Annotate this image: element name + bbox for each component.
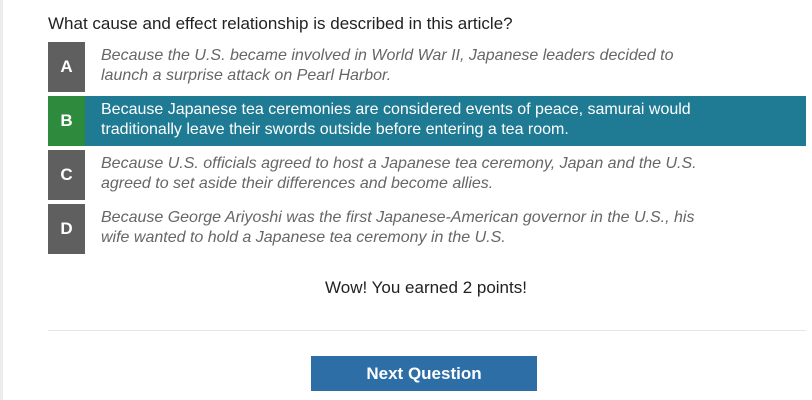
- option-b[interactable]: B Because Japanese tea ceremonies are co…: [48, 96, 806, 146]
- option-a-line-1: Because the U.S. became involved in Worl…: [101, 47, 674, 64]
- option-d[interactable]: D Because George Ariyoshi was the first …: [48, 204, 806, 254]
- option-c-badge: C: [48, 150, 85, 200]
- option-a[interactable]: A Because the U.S. became involved in Wo…: [48, 42, 806, 92]
- left-border: [0, 0, 3, 400]
- points-feedback: Wow! You earned 2 points!: [325, 278, 527, 297]
- option-d-text: Because George Ariyoshi was the first Ja…: [85, 204, 694, 254]
- option-d-line-1: Because George Ariyoshi was the first Ja…: [101, 209, 695, 226]
- option-a-badge: A: [48, 42, 85, 92]
- option-c-line-2: agreed to set aside their differences an…: [101, 175, 494, 192]
- option-c-line-1: Because U.S. officials agreed to host a …: [101, 155, 697, 172]
- answer-options: A Because the U.S. became involved in Wo…: [48, 42, 806, 258]
- option-d-line-2: wife wanted to hold a Japanese tea cerem…: [101, 229, 506, 246]
- option-a-line-2: launch a surprise attack on Pearl Harbor…: [101, 67, 392, 84]
- option-b-line-2: traditionally leave their swords outside…: [101, 121, 569, 138]
- option-a-text: Because the U.S. became involved in Worl…: [85, 42, 673, 92]
- option-b-badge: B: [48, 96, 85, 146]
- next-question-button[interactable]: Next Question: [311, 356, 537, 391]
- option-b-text: Because Japanese tea ceremonies are cons…: [85, 96, 691, 146]
- option-d-badge: D: [48, 204, 85, 254]
- question-text: What cause and effect relationship is de…: [48, 14, 513, 33]
- divider: [48, 330, 806, 331]
- option-c[interactable]: C Because U.S. officials agreed to host …: [48, 150, 806, 200]
- option-c-text: Because U.S. officials agreed to host a …: [85, 150, 697, 200]
- option-b-line-1: Because Japanese tea ceremonies are cons…: [101, 101, 691, 118]
